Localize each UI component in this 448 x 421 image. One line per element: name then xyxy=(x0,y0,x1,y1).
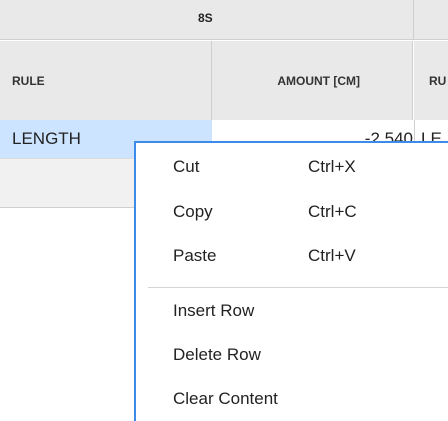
menu-item-paste[interactable]: Paste Ctrl+V xyxy=(136,237,448,275)
menu-item-label: Copy xyxy=(173,202,213,221)
menu-item-clear-content[interactable]: Clear Content xyxy=(136,380,448,418)
menu-item-shortcut: Ctrl+V xyxy=(308,246,356,265)
menu-item-delete-row[interactable]: Delete Row xyxy=(136,336,448,374)
group-header xyxy=(0,0,448,40)
column-divider xyxy=(413,0,414,40)
menu-item-label: Cut xyxy=(173,157,200,176)
column-header-rule[interactable]: RULE xyxy=(0,41,212,120)
menu-item-label: Clear Content xyxy=(173,389,278,408)
group-header-label: 8S xyxy=(198,11,213,25)
menu-item-cut[interactable]: Cut Ctrl+X xyxy=(136,148,448,186)
column-header-rule-2[interactable]: RU xyxy=(414,41,448,120)
context-menu: Cut Ctrl+X Copy Ctrl+C Paste Ctrl+V Inse… xyxy=(134,141,448,421)
menu-separator xyxy=(148,287,448,288)
menu-item-insert-row[interactable]: Insert Row xyxy=(136,292,448,330)
column-header-amount[interactable]: AMOUNT [CM] xyxy=(212,41,413,120)
menu-item-copy[interactable]: Copy Ctrl+C xyxy=(136,193,448,231)
menu-item-label: Insert Row xyxy=(173,301,255,320)
menu-item-label: Paste xyxy=(173,246,217,265)
menu-item-label: Delete Row xyxy=(173,345,261,364)
menu-item-shortcut: Ctrl+C xyxy=(308,202,357,221)
menu-item-shortcut: Ctrl+X xyxy=(308,157,356,176)
